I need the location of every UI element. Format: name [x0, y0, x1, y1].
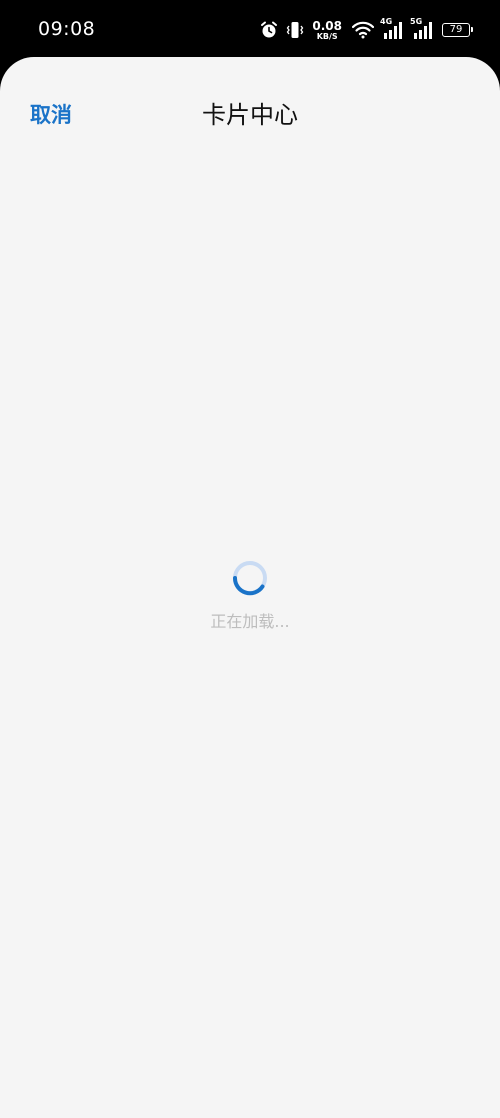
- alarm-icon: [260, 21, 278, 39]
- network-speed-value: 0.08: [312, 18, 342, 33]
- status-icons: 0.08 KB/S 4G 5G 79: [260, 17, 473, 42]
- card-center-sheet: 取消 卡片中心 正在加载...: [0, 57, 500, 1118]
- wifi-icon: [352, 21, 374, 39]
- status-time: 09:08: [38, 18, 96, 40]
- loading-text: 正在加载...: [210, 612, 290, 631]
- battery-level: 79: [449, 24, 463, 35]
- battery-icon: 79: [442, 23, 473, 37]
- signal-sim1: 4G: [380, 17, 404, 40]
- page-title: 卡片中心: [202, 101, 298, 129]
- status-bar: 09:08 0.08 KB/S 4G 5G 79: [0, 0, 500, 58]
- loading-spinner-icon: [232, 561, 267, 596]
- sim1-network-type: 4G: [380, 17, 393, 26]
- network-speed-unit: KB/S: [316, 31, 338, 41]
- signal-sim2: 5G: [410, 17, 434, 40]
- network-speed: 0.08 KB/S: [312, 20, 342, 41]
- loading-indicator: 正在加载...: [0, 560, 500, 632]
- vibrate-icon: [286, 20, 304, 40]
- sim2-network-type: 5G: [410, 17, 423, 26]
- screen: 09:08 0.08 KB/S 4G 5G 79 取消 卡片中心 正在加载...: [0, 0, 500, 1118]
